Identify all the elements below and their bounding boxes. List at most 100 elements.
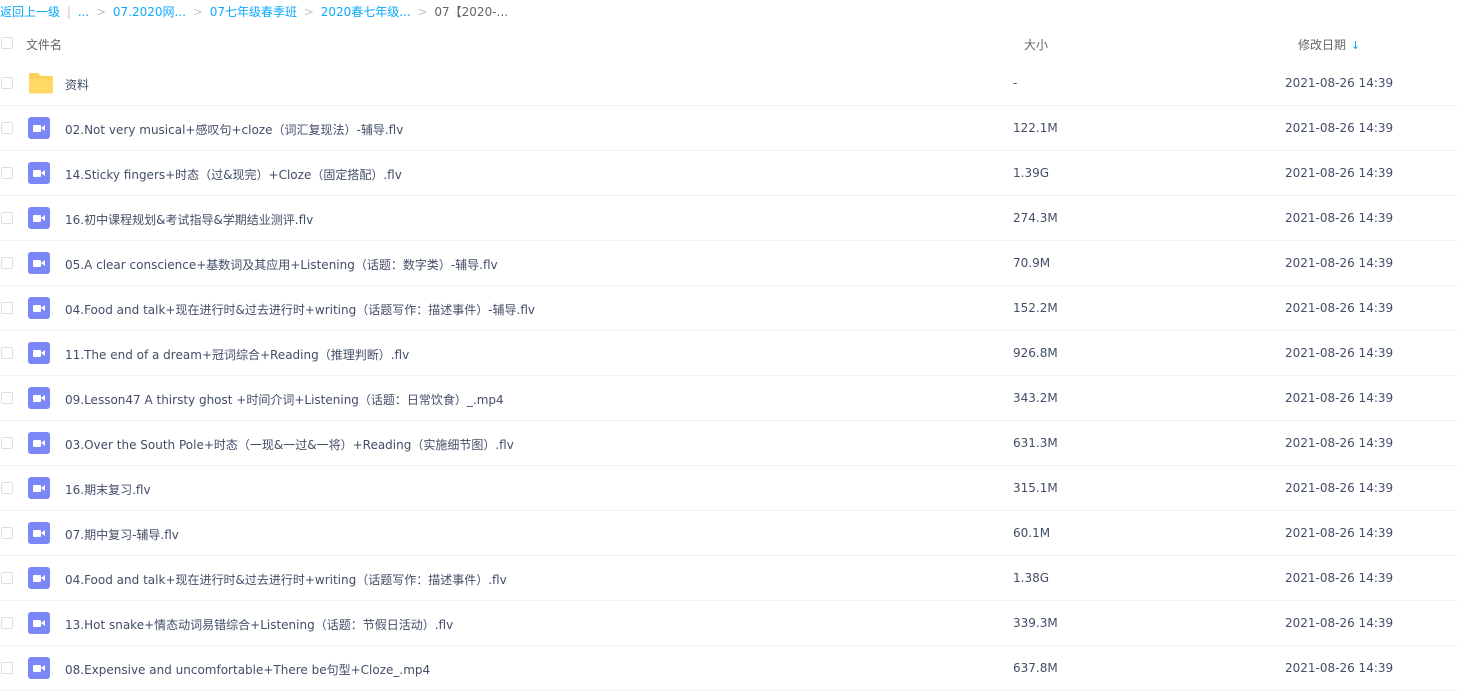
file-size: 637.8M xyxy=(1013,661,1058,675)
row-checkbox[interactable] xyxy=(1,437,13,449)
breadcrumb-current: 07【2020-... xyxy=(434,5,508,19)
file-name[interactable]: 08.Expensive and uncomfortable+There be句… xyxy=(65,661,430,678)
video-file-icon xyxy=(28,522,50,544)
row-checkbox[interactable] xyxy=(1,662,13,674)
row-checkbox[interactable] xyxy=(1,617,13,629)
file-row[interactable]: 16.初中课程规划&考试指导&学期结业测评.flv 274.3M 2021-08-2… xyxy=(0,196,1457,241)
file-name[interactable]: 16.初中课程规划&考试指导&学期结业测评.flv xyxy=(65,211,313,228)
file-row[interactable]: 11.The end of a dream+冠词综合+Reading（推理判断）… xyxy=(0,331,1457,376)
video-file-icon xyxy=(28,207,50,229)
file-list: 资料 - 2021-08-26 14:39 02.Not very musical+感… xyxy=(0,61,1457,691)
file-modified-date: 2021-08-26 14:39 xyxy=(1285,301,1394,315)
breadcrumb-separator: > xyxy=(303,5,314,19)
file-size: 315.1M xyxy=(1013,481,1058,495)
file-modified-date: 2021-08-26 14:39 xyxy=(1285,166,1394,180)
file-name[interactable]: 05.A clear conscience+基数词及其应用+Listening（… xyxy=(65,256,498,273)
breadcrumb-separator: > xyxy=(417,5,428,19)
video-file-icon xyxy=(28,477,50,499)
file-row[interactable]: 14.Sticky fingers+时态（过&现完）+Cloze（固定搭配）.f… xyxy=(0,151,1457,196)
file-size: 1.39G xyxy=(1013,166,1050,180)
video-file-icon xyxy=(28,657,50,679)
file-name[interactable]: 02.Not very musical+感叹句+cloze（词汇复现法）-辅导.… xyxy=(65,121,403,138)
folder-icon xyxy=(28,72,53,94)
file-name[interactable]: 04.Food and talk+现在进行时&过去进行时+writing（话题写… xyxy=(65,571,507,588)
breadcrumb-item[interactable]: 2020春七年级... xyxy=(321,5,411,19)
breadcrumb-item[interactable]: 07七年级春季班 xyxy=(210,5,297,19)
file-name[interactable]: 14.Sticky fingers+时态（过&现完）+Cloze（固定搭配）.f… xyxy=(65,166,402,183)
back-link[interactable]: 返回上一级 xyxy=(0,5,60,19)
file-row[interactable]: 05.A clear conscience+基数词及其应用+Listening（… xyxy=(0,241,1457,286)
file-modified-date: 2021-08-26 14:39 xyxy=(1285,76,1394,90)
file-row[interactable]: 02.Not very musical+感叹句+cloze（词汇复现法）-辅导.… xyxy=(0,106,1457,151)
column-header-name[interactable]: 文件名 xyxy=(26,36,62,53)
row-checkbox[interactable] xyxy=(1,572,13,584)
video-file-icon xyxy=(28,567,50,589)
file-name[interactable]: 07.期中复习-辅导.flv xyxy=(65,526,179,543)
row-checkbox[interactable] xyxy=(1,302,13,314)
column-header-date-label: 修改日期 xyxy=(1298,38,1347,52)
file-name[interactable]: 11.The end of a dream+冠词综合+Reading（推理判断）… xyxy=(65,346,409,363)
file-size: 70.9M xyxy=(1013,256,1051,270)
video-file-icon xyxy=(28,117,50,139)
row-checkbox[interactable] xyxy=(1,77,13,89)
file-size: - xyxy=(1013,76,1018,90)
file-name[interactable]: 03.Over the South Pole+时态（一现&一过&一将）+Read… xyxy=(65,436,514,453)
video-file-icon xyxy=(28,387,50,409)
breadcrumb-ellipsis[interactable]: ... xyxy=(78,5,89,19)
file-list-header: 文件名 大小 修改日期 ↓ xyxy=(0,28,1457,58)
file-modified-date: 2021-08-26 14:39 xyxy=(1285,391,1394,405)
row-checkbox[interactable] xyxy=(1,527,13,539)
file-row[interactable]: 09.Lesson47 A thirsty ghost +时间介词+Listen… xyxy=(0,376,1457,421)
file-row[interactable]: 08.Expensive and uncomfortable+There be句… xyxy=(0,646,1457,691)
row-checkbox[interactable] xyxy=(1,212,13,224)
row-checkbox[interactable] xyxy=(1,122,13,134)
file-name[interactable]: 09.Lesson47 A thirsty ghost +时间介词+Listen… xyxy=(65,391,504,408)
file-size: 122.1M xyxy=(1013,121,1058,135)
file-size: 926.8M xyxy=(1013,346,1058,360)
video-file-icon xyxy=(28,162,50,184)
row-checkbox[interactable] xyxy=(1,167,13,179)
file-row[interactable]: 13.Hot snake+情态动词易错综合+Listening（话题：节假日活动… xyxy=(0,601,1457,646)
row-checkbox[interactable] xyxy=(1,482,13,494)
column-header-size[interactable]: 大小 xyxy=(1024,36,1048,53)
breadcrumb-divider: | xyxy=(66,5,71,19)
file-modified-date: 2021-08-26 14:39 xyxy=(1285,346,1394,360)
row-checkbox[interactable] xyxy=(1,347,13,359)
select-all-checkbox[interactable] xyxy=(1,37,13,49)
sort-desc-icon: ↓ xyxy=(1351,39,1361,52)
breadcrumb-item[interactable]: 07.2020网... xyxy=(113,5,186,19)
breadcrumb-separator: > xyxy=(192,5,203,19)
file-row[interactable]: 03.Over the South Pole+时态（一现&一过&一将）+Read… xyxy=(0,421,1457,466)
file-modified-date: 2021-08-26 14:39 xyxy=(1285,481,1394,495)
file-row[interactable]: 16.期末复习.flv 315.1M 2021-08-26 14:39 xyxy=(0,466,1457,511)
file-name[interactable]: 资料 xyxy=(65,76,89,93)
file-row[interactable]: 04.Food and talk+现在进行时&过去进行时+writing（话题写… xyxy=(0,286,1457,331)
file-size: 60.1M xyxy=(1013,526,1051,540)
video-file-icon xyxy=(28,342,50,364)
file-modified-date: 2021-08-26 14:39 xyxy=(1285,121,1394,135)
row-checkbox[interactable] xyxy=(1,392,13,404)
file-size: 1.38G xyxy=(1013,571,1050,585)
video-file-icon xyxy=(28,252,50,274)
file-modified-date: 2021-08-26 14:39 xyxy=(1285,526,1394,540)
video-file-icon xyxy=(28,612,50,634)
file-size: 631.3M xyxy=(1013,436,1058,450)
file-size: 152.2M xyxy=(1013,301,1058,315)
row-checkbox[interactable] xyxy=(1,257,13,269)
file-name[interactable]: 16.期末复习.flv xyxy=(65,481,151,498)
file-modified-date: 2021-08-26 14:39 xyxy=(1285,571,1394,585)
video-file-icon xyxy=(28,297,50,319)
file-name[interactable]: 04.Food and talk+现在进行时&过去进行时+writing（话题写… xyxy=(65,301,535,318)
file-modified-date: 2021-08-26 14:39 xyxy=(1285,211,1394,225)
file-row[interactable]: 资料 - 2021-08-26 14:39 xyxy=(0,61,1457,106)
file-row[interactable]: 07.期中复习-辅导.flv 60.1M 2021-08-26 14:39 xyxy=(0,511,1457,556)
file-modified-date: 2021-08-26 14:39 xyxy=(1285,616,1394,630)
breadcrumb: 返回上一级 | ... > 07.2020网... > 07七年级春季班 > 2… xyxy=(0,3,508,21)
breadcrumb-separator: > xyxy=(96,5,107,19)
file-modified-date: 2021-08-26 14:39 xyxy=(1285,436,1394,450)
file-row[interactable]: 04.Food and talk+现在进行时&过去进行时+writing（话题写… xyxy=(0,556,1457,601)
file-name[interactable]: 13.Hot snake+情态动词易错综合+Listening（话题：节假日活动… xyxy=(65,616,453,633)
column-header-date[interactable]: 修改日期 ↓ xyxy=(1298,36,1360,53)
file-modified-date: 2021-08-26 14:39 xyxy=(1285,256,1394,270)
file-size: 339.3M xyxy=(1013,616,1058,630)
